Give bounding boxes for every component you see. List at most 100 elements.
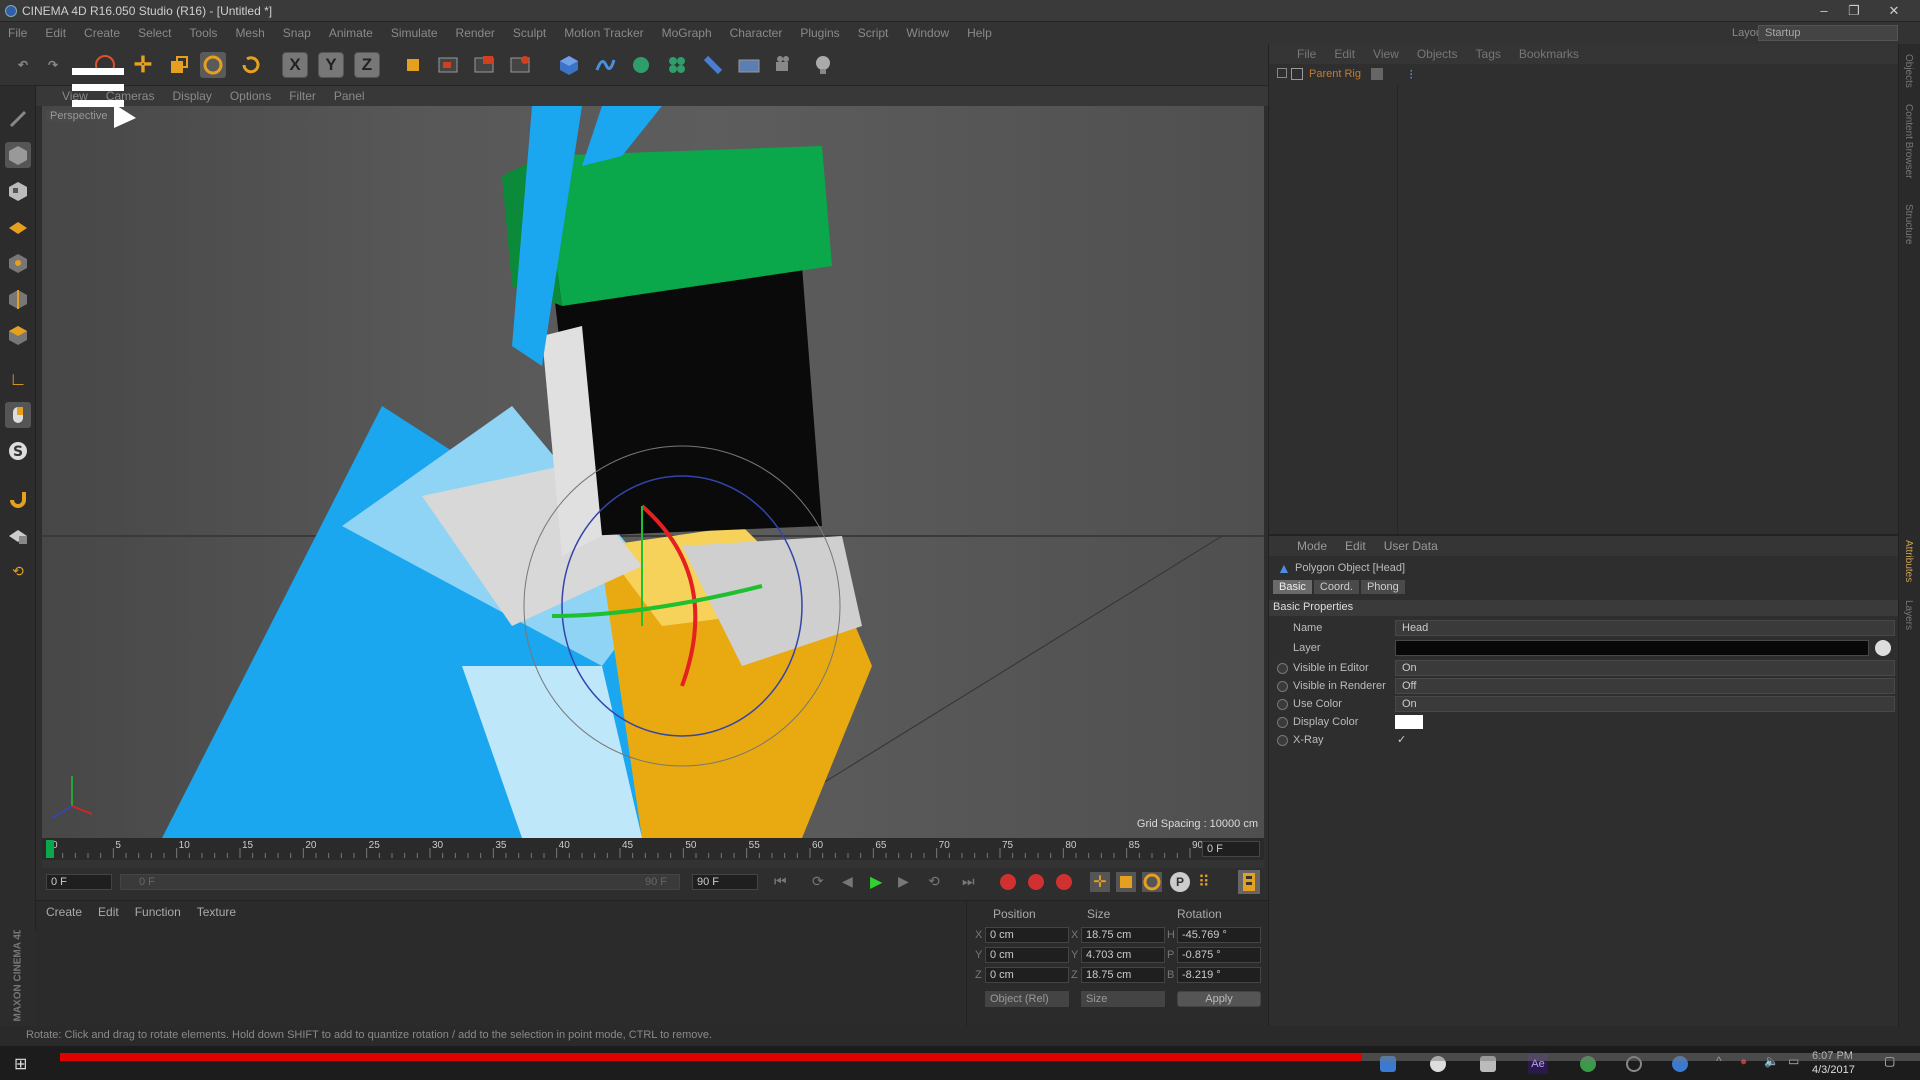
auto-keying-icon[interactable] xyxy=(1028,874,1044,890)
goto-start-icon[interactable]: ⏮ xyxy=(774,873,787,890)
minimize-button[interactable]: – xyxy=(1810,2,1838,20)
attr-menu-user-data[interactable]: User Data xyxy=(1384,539,1438,553)
menu-plugins[interactable]: Plugins xyxy=(800,26,839,40)
points-mode-icon[interactable] xyxy=(5,250,31,276)
video-progress-remaining[interactable] xyxy=(1362,1053,1920,1061)
keyframe-dot-icon[interactable] xyxy=(1277,663,1288,674)
magnet-icon[interactable] xyxy=(5,484,31,510)
objects-menu-view[interactable]: View xyxy=(1373,47,1399,61)
menu-mograph[interactable]: MoGraph xyxy=(662,26,712,40)
key-pla-icon[interactable]: ⠿ xyxy=(1198,872,1210,892)
menu-create[interactable]: Create xyxy=(84,26,120,40)
x-axis-lock-button[interactable]: X xyxy=(282,52,308,78)
visible-renderer-select[interactable]: Off xyxy=(1395,678,1895,694)
tab-phong[interactable]: Phong xyxy=(1360,580,1405,594)
material-menu-function[interactable]: Function xyxy=(135,905,181,919)
frame-range-slider[interactable]: 0 F 90 F xyxy=(120,874,680,890)
render-to-picture-viewer-icon[interactable] xyxy=(472,52,498,78)
keyframe-selection-icon[interactable] xyxy=(1056,874,1072,890)
size-mode-select[interactable]: Size xyxy=(1081,991,1165,1007)
menu-render[interactable]: Render xyxy=(456,26,495,40)
menu-script[interactable]: Script xyxy=(858,26,889,40)
start-frame-field[interactable]: 0 F xyxy=(46,874,112,890)
render-settings-icon[interactable] xyxy=(508,52,534,78)
play-icon[interactable]: ▶ xyxy=(870,872,882,892)
tab-coord[interactable]: Coord. xyxy=(1313,580,1359,594)
attr-menu-edit[interactable]: Edit xyxy=(1345,539,1366,553)
menu-help[interactable]: Help xyxy=(967,26,992,40)
expand-icon[interactable] xyxy=(1277,68,1287,78)
apply-button[interactable]: Apply xyxy=(1177,991,1261,1007)
camera-icon[interactable] xyxy=(772,52,798,78)
z-axis-lock-button[interactable]: Z xyxy=(354,52,380,78)
tab-attributes-vertical[interactable]: Attributes xyxy=(1903,540,1914,582)
key-position-icon[interactable]: ✛ xyxy=(1090,872,1110,892)
tab-basic[interactable]: Basic xyxy=(1273,580,1312,594)
layer-field[interactable] xyxy=(1395,640,1869,656)
keyframe-dot-icon[interactable] xyxy=(1277,735,1288,746)
scale-icon[interactable] xyxy=(166,52,192,78)
menu-select[interactable]: Select xyxy=(138,26,171,40)
objects-menu-tags[interactable]: Tags xyxy=(1476,47,1501,61)
workplane-icon[interactable] xyxy=(5,214,31,240)
rotate-tool-icon[interactable] xyxy=(200,52,226,78)
keyframe-dot-icon[interactable] xyxy=(1277,681,1288,692)
timeline-ruler[interactable]: 0 5 10 15 20 25 30 35 40 45 50 55 60 65 70 75 80 85 90 0 F xyxy=(42,838,1264,860)
rotation-p-field[interactable]: -0.875 ° xyxy=(1177,947,1261,963)
spline-pen-icon[interactable] xyxy=(592,52,618,78)
planar-workplane-icon[interactable]: ⟲ xyxy=(5,558,31,584)
size-z-field[interactable]: 18.75 cm xyxy=(1081,967,1165,983)
menu-file[interactable]: File xyxy=(8,26,27,40)
undo-icon[interactable]: ↶ xyxy=(10,52,36,78)
viewport-menu-filter[interactable]: Filter xyxy=(289,89,316,103)
floor-icon[interactable] xyxy=(736,52,762,78)
objects-menu-file[interactable]: File xyxy=(1297,47,1316,61)
rotation-h-field[interactable]: -45.769 ° xyxy=(1177,927,1261,943)
objects-menu-bookmarks[interactable]: Bookmarks xyxy=(1519,47,1579,61)
layout-select[interactable]: Startup xyxy=(1758,25,1898,41)
menu-window[interactable]: Window xyxy=(906,26,949,40)
layer-link-icon[interactable] xyxy=(1875,640,1891,656)
tweak-mode-icon[interactable] xyxy=(5,402,31,428)
object-row-parent-rig[interactable]: Parent Rig ⁝ xyxy=(1269,66,1899,84)
tab-layers-vertical[interactable]: Layers xyxy=(1903,600,1914,630)
end-frame-field[interactable]: 90 F xyxy=(692,874,758,890)
viewport-menu-options[interactable]: Options xyxy=(230,89,271,103)
viewport-menu-display[interactable]: Display xyxy=(172,89,211,103)
menu-snap[interactable]: Snap xyxy=(283,26,311,40)
snap-icon[interactable]: S xyxy=(5,438,31,464)
size-y-field[interactable]: 4.703 cm xyxy=(1081,947,1165,963)
tab-content-browser-vertical[interactable]: Content Browser xyxy=(1903,104,1914,178)
current-frame-field[interactable]: 0 F xyxy=(1202,841,1260,857)
step-forward-icon[interactable]: ▶ xyxy=(898,873,909,890)
position-z-field[interactable]: 0 cm xyxy=(985,967,1069,983)
menu-sculpt[interactable]: Sculpt xyxy=(513,26,546,40)
coordinate-system-icon[interactable] xyxy=(400,52,426,78)
axis-mode-icon[interactable]: ∟ xyxy=(5,366,31,392)
make-editable-icon[interactable] xyxy=(5,106,31,132)
visibility-dots-icon[interactable]: ⁝ xyxy=(1409,66,1413,83)
viewport-menu-panel[interactable]: Panel xyxy=(334,89,365,103)
material-menu-edit[interactable]: Edit xyxy=(98,905,119,919)
texture-mode-icon[interactable] xyxy=(5,178,31,204)
nurbs-icon[interactable] xyxy=(628,52,654,78)
key-rotation-icon[interactable] xyxy=(1142,872,1162,892)
render-view-icon[interactable] xyxy=(436,52,462,78)
position-x-field[interactable]: 0 cm xyxy=(985,927,1069,943)
record-keys-icon[interactable] xyxy=(1000,874,1016,890)
menu-mesh[interactable]: Mesh xyxy=(235,26,264,40)
key-scale-icon[interactable] xyxy=(1116,872,1136,892)
step-back-icon[interactable]: ◀ xyxy=(842,873,853,890)
light-icon[interactable] xyxy=(810,52,836,78)
material-menu-create[interactable]: Create xyxy=(46,905,82,919)
xray-checkbox[interactable]: ✓ xyxy=(1397,733,1406,746)
model-mode-icon[interactable] xyxy=(5,142,31,168)
display-color-swatch[interactable] xyxy=(1395,715,1423,729)
position-y-field[interactable]: 0 cm xyxy=(985,947,1069,963)
cube-primitive-icon[interactable] xyxy=(556,52,582,78)
loop-end-icon[interactable]: ⟲ xyxy=(928,873,940,890)
objects-menu-objects[interactable]: Objects xyxy=(1417,47,1458,61)
menu-animate[interactable]: Animate xyxy=(329,26,373,40)
menu-simulate[interactable]: Simulate xyxy=(391,26,438,40)
name-field[interactable]: Head xyxy=(1395,620,1895,636)
